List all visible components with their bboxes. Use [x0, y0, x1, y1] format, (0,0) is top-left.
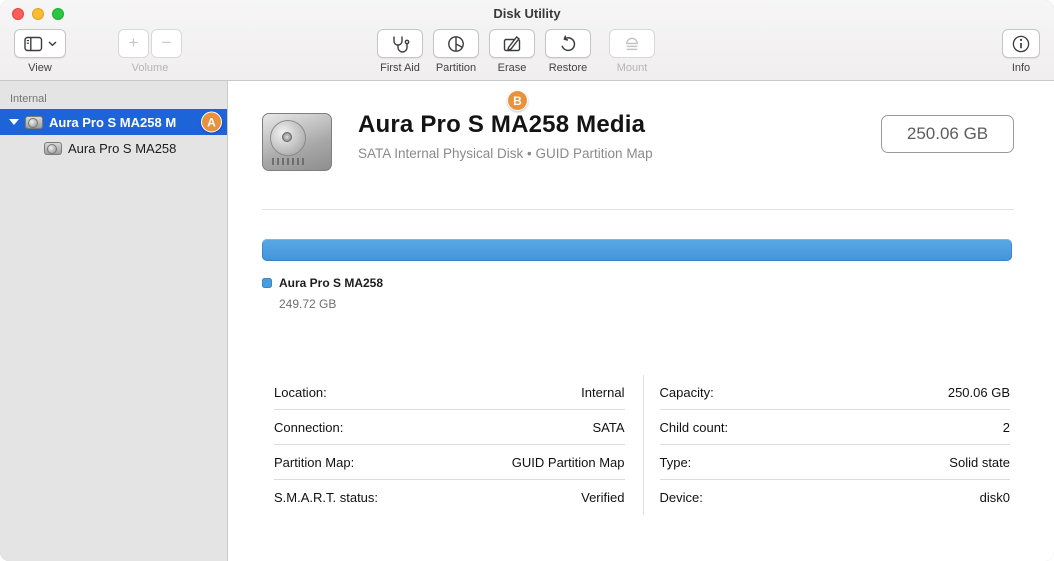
main-content: B Aura Pro S MA258 Media SATA Internal P…: [228, 81, 1054, 561]
detail-label: Capacity:: [660, 385, 714, 400]
erase-label: Erase: [498, 62, 527, 74]
usage-bar: [262, 239, 1012, 261]
hard-drive-icon: [44, 142, 62, 155]
restore-label: Restore: [549, 62, 588, 74]
detail-row-device: Device: disk0: [660, 480, 1011, 515]
legend-swatch: [262, 278, 272, 288]
detail-row-partition-map: Partition Map: GUID Partition Map: [274, 445, 625, 480]
volume-group: + − Volume: [118, 29, 182, 74]
sidebar-toggle-icon: [24, 36, 43, 52]
disk-subtitle: SATA Internal Physical Disk • GUID Parti…: [358, 146, 653, 161]
annotation-badge-b: B: [507, 90, 528, 111]
toolbar: View + − Volume: [0, 27, 1054, 81]
partition-label: Partition: [436, 62, 476, 74]
close-button[interactable]: [12, 8, 24, 20]
sidebar: Internal Aura Pro S MA258 M A Aura Pro S…: [0, 81, 228, 561]
first-aid-label: First Aid: [380, 62, 420, 74]
info-group: Info: [1002, 29, 1040, 74]
detail-value: SATA: [592, 420, 624, 435]
disk-utility-window: Disk Utility: [0, 0, 1054, 561]
detail-value: GUID Partition Map: [512, 455, 625, 470]
minimize-button[interactable]: [32, 8, 44, 20]
stethoscope-icon: [390, 34, 410, 54]
divider: [262, 209, 1014, 210]
first-aid-button[interactable]: [377, 29, 423, 58]
detail-row-connection: Connection: SATA: [274, 410, 625, 445]
sidebar-item-label: Aura Pro S MA258: [68, 141, 176, 156]
details-left-column: Location: Internal Connection: SATA Part…: [274, 375, 627, 515]
info-circle-icon: [1011, 34, 1031, 54]
plus-icon: +: [129, 34, 139, 51]
detail-value: Solid state: [949, 455, 1010, 470]
detail-label: Type:: [660, 455, 692, 470]
disk-header: Aura Pro S MA258 Media SATA Internal Phy…: [262, 111, 1014, 171]
window-title: Disk Utility: [493, 6, 560, 21]
details-table: Location: Internal Connection: SATA Part…: [274, 375, 1010, 515]
volume-label: Volume: [132, 62, 169, 74]
pie-circle-icon: [446, 34, 466, 54]
pencil-box-icon: [502, 34, 522, 54]
mount-button: [609, 29, 655, 58]
erase-item: Erase: [489, 29, 535, 74]
disk-title: Aura Pro S MA258 Media: [358, 111, 653, 139]
detail-label: Partition Map:: [274, 455, 354, 470]
minus-icon: −: [162, 34, 172, 51]
restore-item: Restore: [545, 29, 591, 74]
detail-row-child-count: Child count: 2: [660, 410, 1011, 445]
partition-item: Partition: [433, 29, 479, 74]
detail-value: 2: [1003, 420, 1010, 435]
zoom-button[interactable]: [52, 8, 64, 20]
hard-drive-icon: [25, 116, 43, 129]
disclosure-triangle-icon[interactable]: [9, 119, 19, 125]
mount-item: Mount: [609, 29, 655, 74]
detail-row-capacity: Capacity: 250.06 GB: [660, 375, 1011, 410]
detail-value: Internal: [581, 385, 624, 400]
info-label: Info: [1012, 62, 1030, 74]
titlebar: Disk Utility: [0, 0, 1054, 27]
remove-volume-button: −: [151, 29, 182, 58]
sidebar-section-internal: Internal: [0, 89, 227, 109]
view-button[interactable]: [14, 29, 66, 58]
hard-drive-icon-large: [262, 113, 332, 171]
window-chrome: Disk Utility: [0, 0, 1054, 81]
sidebar-item-label: Aura Pro S MA258 M: [49, 115, 176, 130]
detail-value: Verified: [581, 490, 624, 505]
eject-stack-icon: [622, 34, 642, 54]
legend-size: 249.72 GB: [279, 297, 336, 311]
partition-button[interactable]: [433, 29, 479, 58]
detail-row-smart-status: S.M.A.R.T. status: Verified: [274, 480, 625, 515]
usage-legend: Aura Pro S MA258: [262, 276, 383, 290]
detail-label: S.M.A.R.T. status:: [274, 490, 378, 505]
view-label: View: [28, 62, 52, 74]
view-group: View: [14, 29, 66, 74]
legend-name: Aura Pro S MA258: [279, 276, 383, 290]
detail-label: Device:: [660, 490, 703, 505]
add-volume-button: +: [118, 29, 149, 58]
undo-arrow-icon: [558, 34, 578, 54]
detail-value: 250.06 GB: [948, 385, 1010, 400]
details-right-column: Capacity: 250.06 GB Child count: 2 Type:…: [643, 375, 1011, 515]
chevron-down-icon: [48, 41, 57, 47]
info-button[interactable]: [1002, 29, 1040, 58]
detail-row-location: Location: Internal: [274, 375, 625, 410]
mount-label: Mount: [617, 62, 648, 74]
detail-row-type: Type: Solid state: [660, 445, 1011, 480]
traffic-lights: [12, 8, 64, 20]
toolbar-actions: First Aid Partition: [377, 29, 655, 74]
detail-label: Location:: [274, 385, 327, 400]
detail-label: Child count:: [660, 420, 729, 435]
restore-button[interactable]: [545, 29, 591, 58]
capacity-badge: 250.06 GB: [881, 115, 1014, 153]
sidebar-item-aura-pro-volume[interactable]: Aura Pro S MA258: [0, 135, 227, 161]
first-aid-item: First Aid: [377, 29, 423, 74]
sidebar-item-aura-pro-media[interactable]: Aura Pro S MA258 M A: [0, 109, 227, 135]
detail-label: Connection:: [274, 420, 343, 435]
annotation-badge-a: A: [201, 112, 222, 133]
detail-value: disk0: [980, 490, 1010, 505]
erase-button[interactable]: [489, 29, 535, 58]
